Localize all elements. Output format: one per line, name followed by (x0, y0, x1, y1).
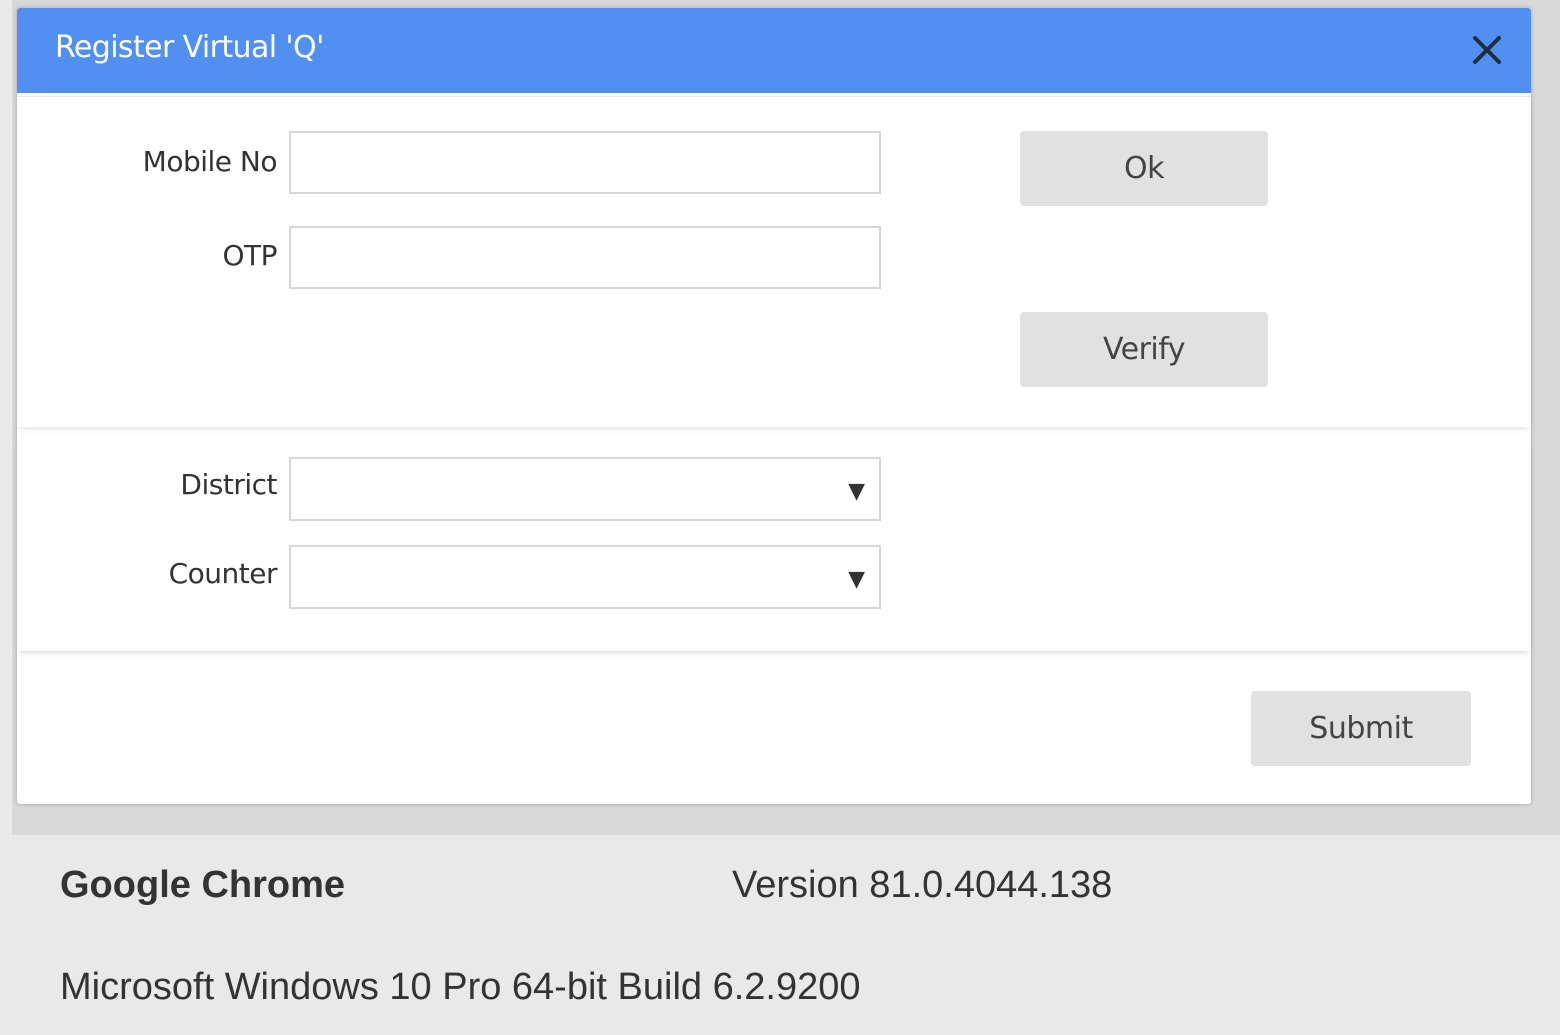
triangle-down-icon: ▼ (848, 567, 865, 592)
counter-label: Counter (168, 557, 278, 590)
browser-version: Version 81.0.4044.138 (732, 864, 1113, 906)
register-modal: Register Virtual 'Q' Mobile No OTP Ok Ve… (17, 8, 1531, 804)
os-info: Microsoft Windows 10 Pro 64-bit Build 6.… (60, 966, 861, 1008)
modal-header: Register Virtual 'Q' (17, 8, 1531, 93)
mobile-input[interactable] (289, 131, 881, 194)
otp-input[interactable] (289, 226, 881, 289)
ok-button[interactable]: Ok (1020, 131, 1268, 206)
district-label: District (180, 468, 277, 501)
triangle-down-icon: ▼ (848, 479, 865, 504)
counter-select[interactable]: ▼ (289, 545, 881, 609)
location-section: District ▼ Counter ▼ (17, 438, 1531, 651)
close-button[interactable] (1465, 28, 1509, 72)
otp-section: Mobile No OTP Ok Verify (17, 96, 1531, 427)
browser-name: Google Chrome (60, 864, 346, 906)
modal-title: Register Virtual 'Q' (55, 30, 324, 65)
mobile-label: Mobile No (142, 145, 278, 178)
district-select[interactable]: ▼ (289, 457, 881, 521)
verify-button[interactable]: Verify (1020, 312, 1268, 387)
otp-label: OTP (222, 239, 277, 272)
submit-button[interactable]: Submit (1251, 691, 1471, 766)
close-icon (1473, 36, 1501, 64)
